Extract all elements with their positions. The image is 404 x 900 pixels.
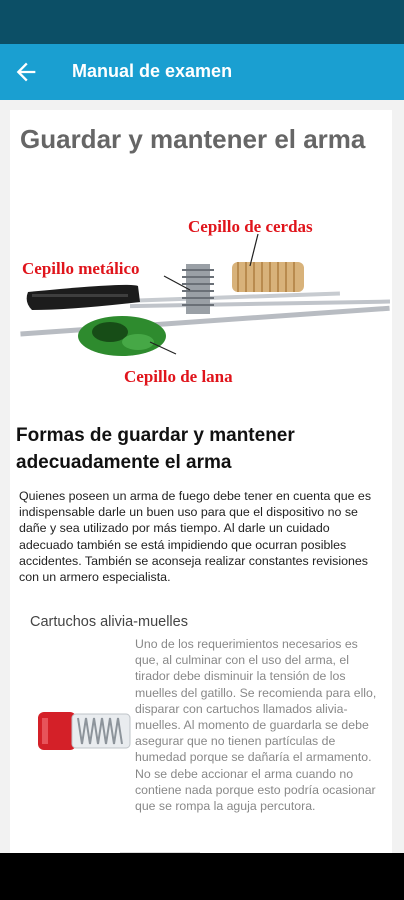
- subsection-title: Cartuchos alivia-muelles: [30, 614, 188, 630]
- section-title: Formas de guardar y mantener adecuadamen…: [16, 425, 295, 473]
- label-bristle-brush: Cepillo de cerdas: [188, 217, 313, 236]
- rod-handle: [26, 284, 141, 310]
- app-bar: Manual de examen: [0, 44, 404, 100]
- status-bar: [0, 0, 404, 44]
- metal-brush: [182, 264, 214, 314]
- cleaning-kit-illustration: Cepillo de cerdas Cepillo metálico Cepil…: [20, 217, 391, 386]
- page-title: Manual de examen: [72, 61, 233, 81]
- system-nav-bar: [0, 853, 404, 900]
- label-metal-brush: Cepillo metálico: [22, 259, 140, 278]
- article-card: Guardar y mantener el arma Cepillo de ce…: [10, 110, 392, 870]
- arrow-back-icon[interactable]: [12, 58, 40, 86]
- subsection-paragraph: Uno de los requerimientos necesarios es …: [135, 637, 377, 814]
- bristle-brush: [232, 262, 304, 292]
- wool-brush: [78, 316, 166, 356]
- intro-paragraph: Quienes poseen un arma de fuego debe ten…: [19, 489, 372, 585]
- article-title: Guardar y mantener el arma: [20, 124, 366, 154]
- label-wool-brush: Cepillo de lana: [124, 367, 233, 386]
- snap-cap-image: [38, 712, 131, 750]
